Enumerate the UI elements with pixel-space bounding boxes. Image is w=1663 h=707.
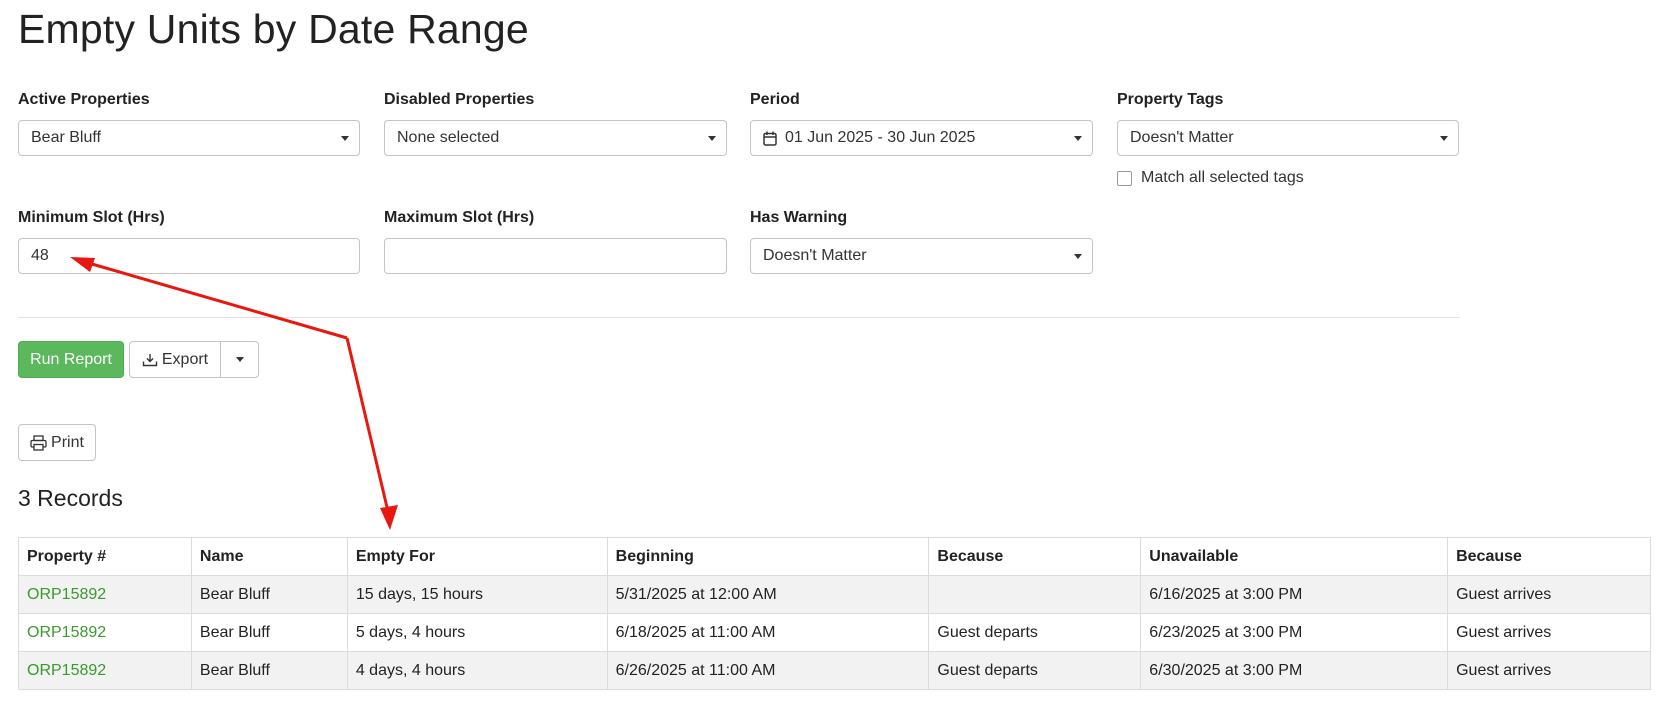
property-tags-value: Doesn't Matter bbox=[1130, 129, 1234, 146]
property-tags-select[interactable]: Doesn't Matter bbox=[1117, 120, 1459, 156]
table-cell: 6/18/2025 at 11:00 AM bbox=[606, 613, 930, 652]
match-all-tags-checkbox[interactable]: Match all selected tags bbox=[1117, 169, 1304, 187]
has-warning-select[interactable]: Doesn't Matter bbox=[750, 238, 1093, 274]
records-count: 3 Records bbox=[18, 485, 123, 511]
column-header[interactable]: Name bbox=[190, 537, 348, 576]
disabled-properties-select[interactable]: None selected bbox=[384, 120, 727, 156]
print-label: Print bbox=[51, 433, 84, 451]
printer-icon bbox=[30, 434, 47, 451]
table-cell: Bear Bluff bbox=[190, 575, 348, 614]
download-icon bbox=[142, 353, 158, 366]
table-cell: Guest departs bbox=[928, 613, 1142, 652]
run-report-button[interactable]: Run Report bbox=[18, 341, 124, 378]
column-header[interactable]: Beginning bbox=[606, 537, 930, 576]
chevron-down-icon bbox=[1074, 253, 1082, 259]
table-cell: Guest departs bbox=[928, 651, 1142, 690]
min-slot-value: 48 bbox=[31, 247, 49, 264]
active-properties-value: Bear Bluff bbox=[31, 129, 101, 146]
table-row: ORP15892 Bear Bluff 15 days, 15 hours 5/… bbox=[18, 575, 1651, 614]
table-cell: 15 days, 15 hours bbox=[346, 575, 608, 614]
column-header[interactable]: Because bbox=[1447, 537, 1651, 576]
period-value: 01 Jun 2025 - 30 Jun 2025 bbox=[785, 129, 976, 146]
checkbox-box[interactable] bbox=[1117, 170, 1132, 186]
table-cell: 5/31/2025 at 12:00 AM bbox=[606, 575, 930, 614]
annotation-arrow-to-empty-for bbox=[345, 337, 392, 521]
has-warning-label: Has Warning bbox=[750, 209, 848, 226]
match-all-tags-label: Match all selected tags bbox=[1141, 169, 1304, 186]
export-button-group: Export bbox=[129, 341, 259, 378]
chevron-down-icon bbox=[1074, 135, 1082, 141]
chevron-down-icon bbox=[235, 357, 244, 362]
property-link[interactable]: ORP15892 bbox=[18, 613, 192, 652]
calendar-icon bbox=[763, 131, 777, 146]
table-cell bbox=[928, 575, 1142, 614]
table-cell: Bear Bluff bbox=[190, 651, 348, 690]
divider bbox=[18, 317, 1460, 318]
export-button[interactable]: Export bbox=[129, 341, 221, 378]
active-properties-label: Active Properties bbox=[18, 91, 150, 108]
table-cell: Bear Bluff bbox=[190, 613, 348, 652]
min-slot-label: Minimum Slot (Hrs) bbox=[18, 209, 165, 226]
table-header-row: Property # Name Empty For Beginning Beca… bbox=[18, 537, 1651, 576]
chevron-down-icon bbox=[1440, 135, 1448, 141]
column-header[interactable]: Empty For bbox=[346, 537, 608, 576]
period-label: Period bbox=[750, 91, 800, 108]
table-cell: Guest arrives bbox=[1447, 613, 1651, 652]
table-cell: 6/30/2025 at 3:00 PM bbox=[1140, 651, 1449, 690]
max-slot-input[interactable] bbox=[384, 238, 727, 274]
arrowhead-down bbox=[380, 505, 398, 530]
max-slot-label: Maximum Slot (Hrs) bbox=[384, 209, 535, 226]
chevron-down-icon bbox=[341, 135, 349, 141]
export-options-toggle[interactable] bbox=[221, 341, 259, 378]
export-label: Export bbox=[161, 350, 209, 368]
column-header[interactable]: Because bbox=[928, 537, 1142, 576]
min-slot-input[interactable]: 48 bbox=[18, 238, 360, 274]
table-cell: 6/16/2025 at 3:00 PM bbox=[1140, 575, 1449, 614]
chevron-down-icon bbox=[708, 135, 716, 141]
column-header[interactable]: Unavailable bbox=[1140, 537, 1449, 576]
property-tags-label: Property Tags bbox=[1117, 91, 1224, 108]
disabled-properties-label: Disabled Properties bbox=[384, 91, 535, 108]
table-cell: Guest arrives bbox=[1447, 575, 1651, 614]
table-cell: 4 days, 4 hours bbox=[346, 651, 608, 690]
property-link[interactable]: ORP15892 bbox=[18, 575, 192, 614]
table-cell: 5 days, 4 hours bbox=[346, 613, 608, 652]
table-cell: Guest arrives bbox=[1447, 651, 1651, 690]
disabled-properties-value: None selected bbox=[397, 129, 500, 146]
column-header[interactable]: Property # bbox=[18, 537, 192, 576]
period-select[interactable]: 01 Jun 2025 - 30 Jun 2025 bbox=[750, 120, 1093, 156]
table-row: ORP15892 Bear Bluff 4 days, 4 hours 6/26… bbox=[18, 651, 1651, 690]
table-cell: 6/23/2025 at 3:00 PM bbox=[1140, 613, 1449, 652]
table-cell: 6/26/2025 at 11:00 AM bbox=[606, 651, 930, 690]
active-properties-select[interactable]: Bear Bluff bbox=[18, 120, 360, 156]
has-warning-value: Doesn't Matter bbox=[763, 247, 867, 264]
table-row: ORP15892 Bear Bluff 5 days, 4 hours 6/18… bbox=[18, 613, 1651, 652]
print-button[interactable]: Print bbox=[18, 424, 96, 461]
page-title: Empty Units by Date Range bbox=[18, 6, 529, 52]
results-table: Property # Name Empty For Beginning Beca… bbox=[18, 537, 1651, 690]
property-link[interactable]: ORP15892 bbox=[18, 651, 192, 690]
